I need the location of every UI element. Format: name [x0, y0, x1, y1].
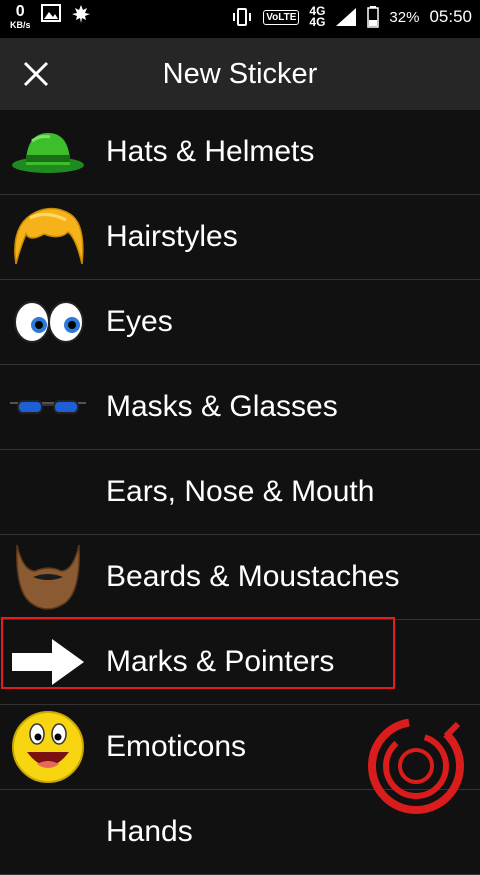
category-masks-glasses[interactable]: Masks & Glasses [0, 365, 480, 450]
category-label: Beards & Moustaches [106, 560, 400, 593]
category-label: Emoticons [106, 730, 247, 763]
battery-icon [367, 6, 380, 28]
status-bar: 0 KB/s VoLTE 4G 4G 32% 05:50 [0, 0, 480, 38]
category-ears-nose-mouth[interactable]: Ears, Nose & Mouth [0, 450, 480, 535]
battery-percent: 32% [389, 8, 420, 26]
app-bar: New Sticker [0, 38, 480, 110]
close-icon [23, 61, 49, 87]
category-label: Hands [106, 815, 193, 848]
cartoon-eyes-icon [8, 286, 88, 358]
category-label: Hats & Helmets [106, 135, 315, 168]
leaf-icon [71, 5, 90, 23]
category-label: Masks & Glasses [106, 390, 338, 423]
gallery-icon [40, 4, 61, 22]
network-speed: 0 KB/s [10, 3, 31, 30]
category-beards-moustaches[interactable]: Beards & Moustaches [0, 535, 480, 620]
category-hats-helmets[interactable]: Hats & Helmets [0, 110, 480, 195]
category-label: Eyes [106, 305, 173, 338]
clock: 05:50 [429, 7, 472, 26]
laughing-emoji-icon [8, 711, 88, 783]
brown-beard-icon [8, 541, 88, 613]
category-label: Hairstyles [106, 220, 238, 253]
category-hairstyles[interactable]: Hairstyles [0, 195, 480, 280]
white-arrow-icon [8, 626, 88, 698]
category-label: Marks & Pointers [106, 645, 335, 678]
blond-hair-icon [8, 201, 88, 273]
category-eyes[interactable]: Eyes [0, 280, 480, 365]
signal-icon [336, 8, 357, 26]
red-circle-logo-icon [368, 718, 464, 814]
network-type: 4G 4G [309, 4, 326, 29]
close-button[interactable] [18, 56, 54, 92]
volte-badge: VoLTE [263, 9, 300, 25]
category-marks-pointers[interactable]: Marks & Pointers [0, 620, 480, 705]
page-title: New Sticker [162, 57, 318, 90]
category-label: Ears, Nose & Mouth [106, 475, 375, 508]
blue-glasses-icon [8, 371, 88, 443]
vibrate-icon [233, 8, 252, 26]
green-hat-icon [8, 116, 88, 188]
